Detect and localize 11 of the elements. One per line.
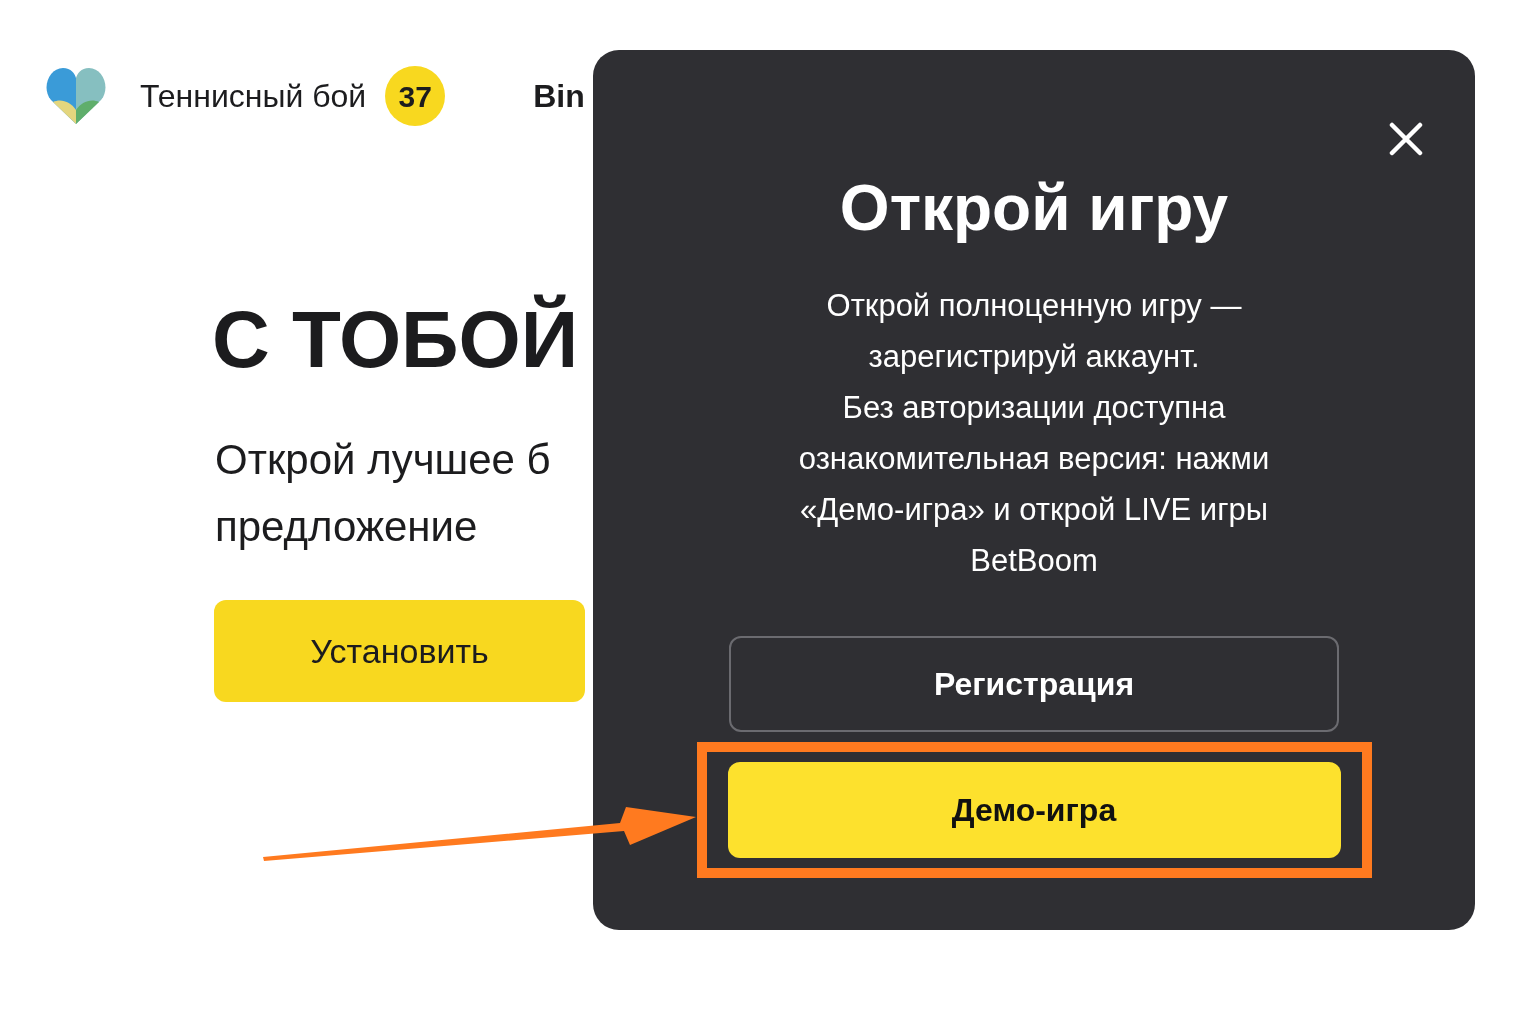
close-icon[interactable] bbox=[1389, 122, 1423, 156]
nav-item[interactable]: Bin bbox=[533, 72, 585, 120]
hero-subtitle: Открой лучшее б предложение bbox=[215, 435, 551, 552]
install-button[interactable]: Установить bbox=[214, 600, 585, 702]
register-button[interactable]: Регистрация bbox=[729, 636, 1339, 732]
count-badge: 37 bbox=[385, 66, 446, 126]
demo-button[interactable]: Демо-игра bbox=[727, 762, 1341, 858]
hero-headline: С ТОБОЙ bbox=[212, 294, 579, 386]
modal-description: Открой полноценную игру — зарегистрируй аккаунт. Без авторизации доступна ознакомительная версия: нажми «Демо-игра» и открой LIVE игры BetBoom bbox=[797, 287, 1271, 580]
heart-logo-icon bbox=[45, 66, 107, 126]
game-title: Теннисный бой bbox=[140, 77, 367, 116]
